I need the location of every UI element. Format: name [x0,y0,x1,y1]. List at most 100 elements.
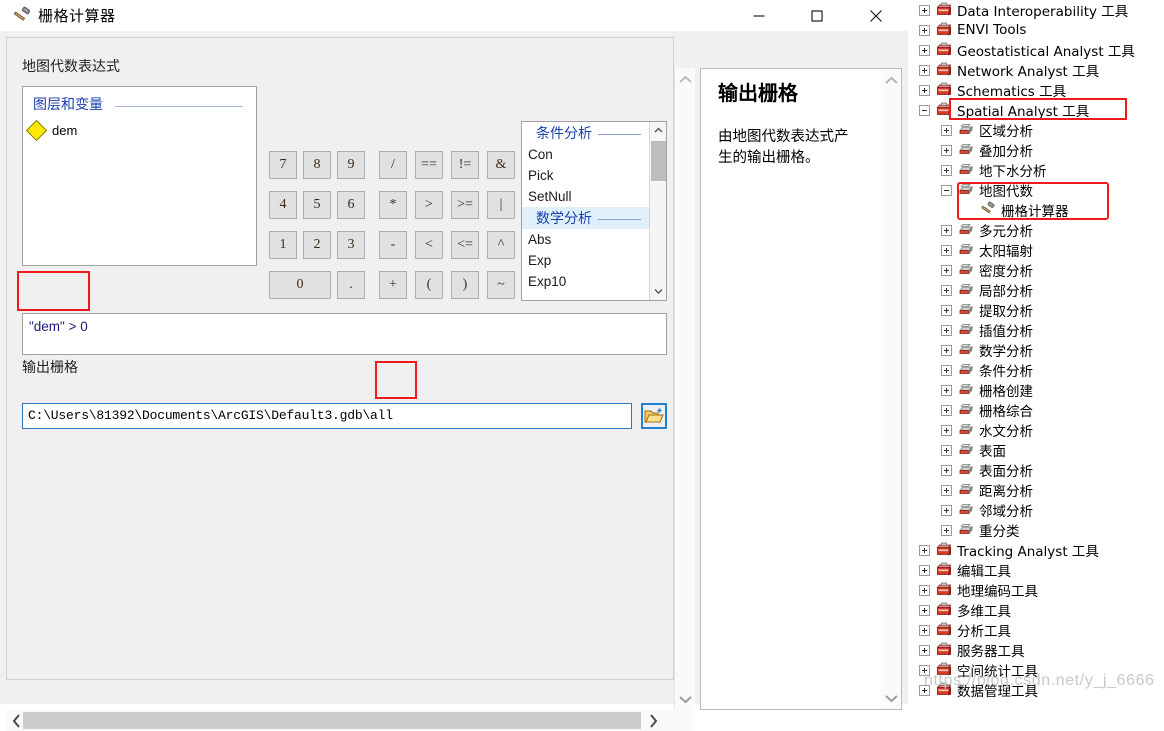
expand-plus-icon[interactable] [941,124,952,136]
minimize-button[interactable] [736,0,782,31]
keypad-key[interactable]: 1 [269,231,297,259]
scrollbar-thumb[interactable] [651,141,666,181]
tree-item[interactable]: 栅格创建 [919,380,1164,400]
scroll-right-arrow-icon[interactable] [643,710,664,731]
tree-item[interactable]: 多维工具 [919,600,1164,620]
tree-item[interactable]: 区域分析 [919,120,1164,140]
dialog-horizontal-scrollbar[interactable] [6,710,695,731]
tree-item[interactable]: 服务器工具 [919,640,1164,660]
tree-item[interactable]: Network Analyst 工具 [919,60,1164,80]
expand-plus-icon[interactable] [919,564,930,576]
keypad-key[interactable]: ~ [487,271,515,299]
keypad-key[interactable]: & [487,151,515,179]
expand-plus-icon[interactable] [919,4,930,16]
tree-item[interactable]: 栅格计算器 [919,200,1164,220]
tree-item[interactable]: 局部分析 [919,280,1164,300]
tree-item[interactable]: 重分类 [919,520,1164,540]
tree-item[interactable]: 插值分析 [919,320,1164,340]
keypad-key[interactable]: < [415,231,443,259]
function-list[interactable]: 条件分析 Con Pick SetNull 数学分析 Abs Exp Exp10 [521,121,667,301]
tree-item[interactable]: ENVI Tools [919,20,1164,40]
keypad-key[interactable]: >= [451,191,479,219]
browse-folder-button[interactable] [641,403,667,429]
tree-item[interactable]: Spatial Analyst 工具 [919,100,1164,120]
function-list-item[interactable]: Con [522,144,649,165]
keypad-key[interactable]: | [487,191,515,219]
keypad-key[interactable]: . [337,271,365,299]
output-raster-input[interactable]: C:\Users\81392\Documents\ArcGIS\Default3… [22,403,632,429]
expand-plus-icon[interactable] [919,604,930,616]
tree-item[interactable]: 分析工具 [919,620,1164,640]
function-list-item[interactable]: SetNull [522,186,649,207]
expand-plus-icon[interactable] [941,224,952,236]
help-vertical-scrollbar[interactable] [881,69,901,709]
expand-plus-icon[interactable] [919,684,930,696]
keypad-key[interactable]: 3 [337,231,365,259]
expand-plus-icon[interactable] [941,464,952,476]
keypad-key[interactable]: 8 [303,151,331,179]
tree-item[interactable]: 水文分析 [919,420,1164,440]
keypad-key[interactable]: ( [415,271,443,299]
scroll-up-arrow-icon[interactable] [650,122,666,139]
function-list-item[interactable]: Abs [522,229,649,250]
keypad-key[interactable]: 9 [337,151,365,179]
function-list-item[interactable]: Pick [522,165,649,186]
function-group-header[interactable]: 条件分析 [522,122,649,144]
function-group-header[interactable]: 数学分析 [522,207,649,229]
keypad-key[interactable]: - [379,231,407,259]
function-list-item[interactable]: Exp10 [522,271,649,292]
tree-item[interactable]: 提取分析 [919,300,1164,320]
collapse-minus-icon[interactable] [919,104,930,116]
tree-item[interactable]: 数学分析 [919,340,1164,360]
function-list-scrollbar[interactable] [649,122,666,300]
keypad-key[interactable]: <= [451,231,479,259]
expand-plus-icon[interactable] [941,284,952,296]
tree-item[interactable]: 表面 [919,440,1164,460]
tree-item[interactable]: 密度分析 [919,260,1164,280]
close-button[interactable] [853,0,899,31]
expand-plus-icon[interactable] [919,624,930,636]
expand-plus-icon[interactable] [919,44,930,56]
keypad-key[interactable]: == [415,151,443,179]
keypad-key[interactable]: 7 [269,151,297,179]
expand-plus-icon[interactable] [941,444,952,456]
expand-plus-icon[interactable] [941,304,952,316]
expand-plus-icon[interactable] [941,424,952,436]
collapse-minus-icon[interactable] [941,184,952,196]
scroll-down-arrow-icon[interactable] [881,687,901,709]
tree-item[interactable]: 太阳辐射 [919,240,1164,260]
tree-item[interactable]: 叠加分析 [919,140,1164,160]
expand-plus-icon[interactable] [941,344,952,356]
scroll-up-arrow-icon[interactable] [675,68,696,90]
tree-item[interactable]: Schematics 工具 [919,80,1164,100]
keypad-key[interactable]: / [379,151,407,179]
tree-item[interactable]: 数据管理工具 [919,680,1164,700]
expand-plus-icon[interactable] [919,584,930,596]
tree-item[interactable]: 编辑工具 [919,560,1164,580]
keypad-key[interactable]: 2 [303,231,331,259]
scrollbar-thumb[interactable] [23,712,641,729]
expand-plus-icon[interactable] [941,404,952,416]
expand-plus-icon[interactable] [919,24,930,36]
function-list-item[interactable]: Exp [522,250,649,271]
expand-plus-icon[interactable] [941,244,952,256]
keypad-key[interactable]: * [379,191,407,219]
expand-plus-icon[interactable] [919,64,930,76]
scroll-down-arrow-icon[interactable] [675,688,696,710]
scroll-up-arrow-icon[interactable] [881,69,901,91]
keypad-key[interactable]: 6 [337,191,365,219]
maximize-button[interactable] [794,0,840,31]
tree-item[interactable]: 栅格综合 [919,400,1164,420]
scroll-down-arrow-icon[interactable] [650,283,666,300]
tree-item[interactable]: 空间统计工具 [919,660,1164,680]
tree-item[interactable]: Geostatistical Analyst 工具 [919,40,1164,60]
layers-and-variables-list[interactable]: 图层和变量 dem [22,86,257,266]
tree-item[interactable]: 邻域分析 [919,500,1164,520]
keypad-key[interactable]: > [415,191,443,219]
expand-plus-icon[interactable] [941,364,952,376]
keypad-key[interactable]: != [451,151,479,179]
expand-plus-icon[interactable] [919,84,930,96]
tree-item[interactable]: 地图代数 [919,180,1164,200]
keypad-key[interactable]: + [379,271,407,299]
tree-item[interactable]: Tracking Analyst 工具 [919,540,1164,560]
